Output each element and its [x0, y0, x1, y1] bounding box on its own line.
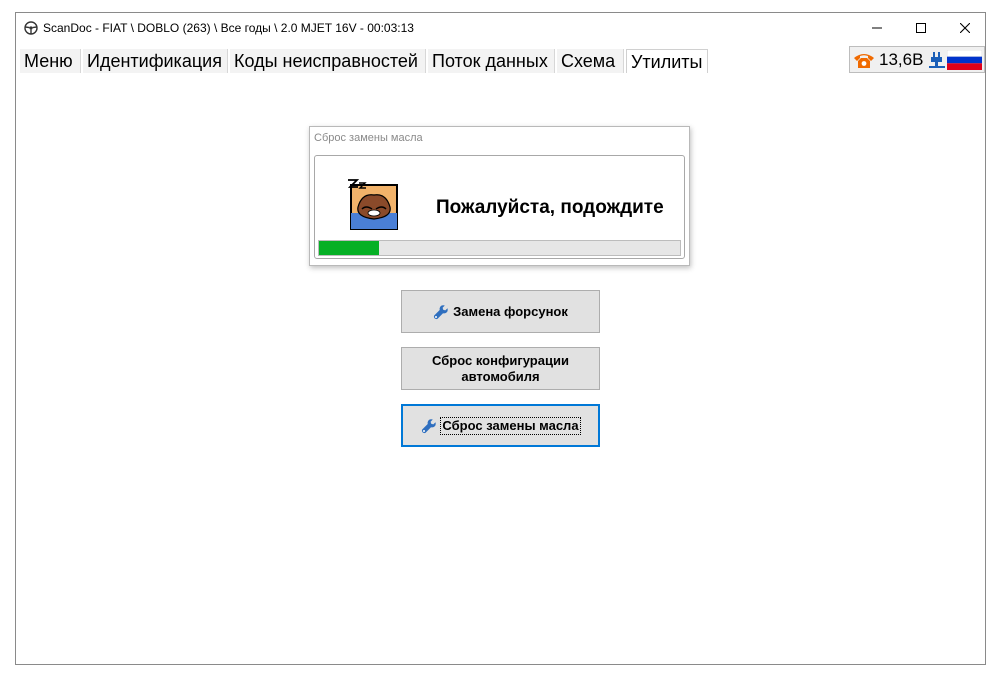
- tab-utilities[interactable]: Утилиты: [626, 49, 708, 73]
- tab-label: Меню: [24, 51, 73, 71]
- progress-dialog: Сброс замены масла Пожалуйста, подождите: [309, 126, 690, 266]
- tab-label: Коды неисправностей: [234, 51, 418, 71]
- wrench-icon: [422, 418, 437, 433]
- phone-icon: [854, 54, 874, 68]
- app-window: ScanDoc - FIAT \ DOBLO (263) \ Все годы …: [15, 12, 986, 665]
- button-label: Замена форсунок: [453, 303, 568, 319]
- window-title: ScanDoc - FIAT \ DOBLO (263) \ Все годы …: [43, 21, 414, 35]
- maximize-button[interactable]: [898, 13, 944, 43]
- tab-label: Утилиты: [631, 52, 703, 72]
- dialog-content: Пожалуйста, подождите: [314, 155, 685, 259]
- wait-message: Пожалуйста, подождите: [436, 197, 664, 218]
- tab-label: Поток данных: [432, 51, 548, 71]
- tab-fault-codes[interactable]: Коды неисправностей: [230, 49, 426, 73]
- steering-wheel-icon: [24, 21, 38, 35]
- connection-status: 13,6В: [849, 46, 985, 73]
- button-label-line2: автомобиля: [461, 368, 540, 384]
- tab-identification[interactable]: Идентификация: [83, 49, 228, 73]
- tab-data-stream[interactable]: Поток данных: [428, 49, 555, 73]
- tab-label: Идентификация: [87, 51, 222, 71]
- tab-label: Схема: [561, 51, 616, 71]
- close-button[interactable]: [942, 13, 988, 43]
- oil-change-reset-button[interactable]: Сброс замены масла: [401, 404, 600, 447]
- minimize-button[interactable]: [854, 13, 900, 43]
- title-bar[interactable]: ScanDoc - FIAT \ DOBLO (263) \ Все годы …: [16, 13, 985, 43]
- injector-replacement-button[interactable]: Замена форсунок: [401, 290, 600, 333]
- maximize-icon: [916, 23, 926, 33]
- russia-flag-icon: [947, 50, 982, 70]
- close-icon: [960, 23, 970, 33]
- minimize-icon: [872, 27, 882, 29]
- button-label: Сброс замены масла: [440, 416, 581, 435]
- wrench-icon: [434, 304, 448, 319]
- tab-menu[interactable]: Меню: [20, 49, 81, 73]
- button-label-line1: Сброс конфигурации: [432, 352, 569, 368]
- tab-diagram[interactable]: Схема: [557, 49, 624, 73]
- button-label: Сброс конфигурации автомобиля: [432, 353, 569, 385]
- dialog-title: Сброс замены масла: [314, 132, 423, 144]
- progress-bar: [318, 240, 681, 256]
- voltage-value: 13,6В: [879, 50, 924, 69]
- tab-bar: Меню Идентификация Коды неисправностей П…: [16, 49, 985, 73]
- progress-fill: [319, 241, 379, 255]
- plug-icon: [929, 52, 945, 68]
- sleeping-cat-icon: [348, 179, 398, 230]
- reset-vehicle-config-button[interactable]: Сброс конфигурации автомобиля: [401, 347, 600, 390]
